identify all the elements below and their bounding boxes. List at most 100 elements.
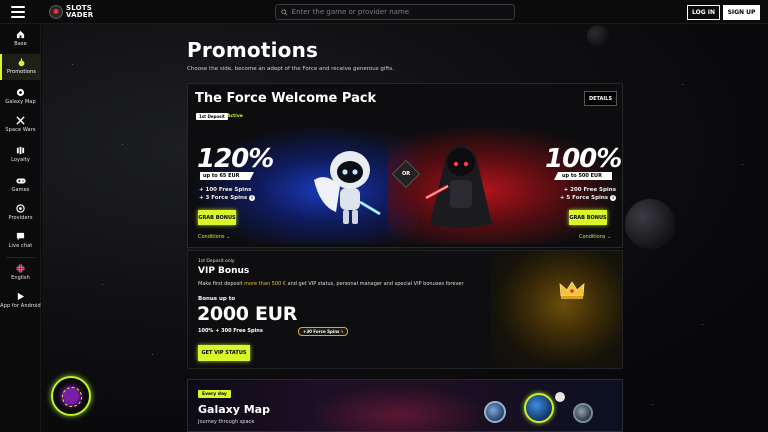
vip-desc-highlight: more than 500 €: [244, 281, 286, 287]
grab-bonus-light-button[interactable]: GRAB BONUS: [198, 210, 236, 225]
welcome-pack-card: The Force Welcome Pack DETAILS 1st Depos…: [187, 83, 623, 248]
light-side-percent: 120%: [197, 144, 274, 174]
sidebar-item-space-wars[interactable]: Space Wars: [0, 112, 41, 138]
vip-deposit-note: 1st Deposit only: [198, 259, 235, 264]
crown-icon: [559, 281, 585, 299]
chat-icon: [16, 232, 26, 241]
loyalty-icon: [16, 146, 26, 155]
vip-bonus-label: Bonus up to: [198, 296, 236, 302]
sidebar-item-label: English: [11, 275, 30, 281]
vip-bonus-card: 1st Deposit only VIP Bonus Make first de…: [187, 250, 623, 369]
dark-side-force-spins: + 5 Force Spins: [559, 195, 609, 201]
vip-desc-suffix: and get VIP status, personal manager and…: [285, 281, 464, 287]
lightning-icon: ϟ: [340, 329, 344, 334]
or-label: OR: [401, 171, 411, 177]
home-icon: [16, 30, 26, 39]
galaxy-title: Galaxy Map: [198, 403, 270, 416]
vip-description: Make first deposit more than 500 € and g…: [198, 281, 464, 287]
nebula-decoration: [308, 385, 488, 431]
page-subtitle: Choose the side, become an adept of the …: [187, 66, 394, 72]
light-side-free-spins: + 100 Free Spins: [199, 187, 252, 193]
page-title: Promotions: [187, 38, 319, 62]
vip-force-spins-label: +30 Force Spins: [303, 329, 340, 334]
conditions-light-link[interactable]: Conditions ⌄: [198, 234, 230, 240]
planet-icon: [484, 401, 506, 423]
search-icon: [281, 8, 288, 15]
light-side-force-spins: + 3 Force Spins: [199, 195, 248, 201]
galaxy-map-card: Every day Galaxy Map Journey through spa…: [187, 379, 623, 432]
login-button[interactable]: LOG IN: [687, 5, 720, 20]
light-side-spins: + 100 Free Spins + 3 Force Spins i: [199, 186, 256, 202]
vip-amount: 2000 EUR: [197, 303, 298, 325]
sidebar-item-base[interactable]: Base: [0, 26, 41, 52]
galaxy-subtitle: Journey through space: [198, 419, 255, 425]
sidebar-item-label: Base: [14, 41, 27, 47]
sidebar-item-label: Loyalty: [11, 157, 30, 163]
sidebar-item-galaxy-map[interactable]: Galaxy Map: [0, 84, 41, 110]
dark-side-percent: 100%: [545, 144, 622, 174]
vip-force-spins-badge: +30 Force Spins ϟ: [298, 327, 349, 336]
sidebar-item-label: Games: [11, 187, 30, 193]
sidebar-item-providers[interactable]: Providers: [0, 200, 41, 226]
conditions-label: Conditions: [579, 234, 606, 240]
sidebar: Base Promotions Galaxy Map Space Wars Lo…: [0, 24, 41, 432]
gamepad-icon: [15, 176, 26, 185]
dark-side-free-spins: + 200 Free Spins: [563, 187, 616, 193]
logo[interactable]: SLOTS VADER: [49, 3, 93, 21]
status-badge: Active: [227, 114, 243, 119]
vip-title: VIP Bonus: [198, 266, 250, 276]
chevron-down-icon: ⌄: [607, 234, 612, 240]
every-day-badge: Every day: [198, 390, 231, 398]
sidebar-item-loyalty[interactable]: Loyalty: [0, 142, 41, 168]
sidebar-item-label: Promotions: [6, 69, 37, 75]
sidebar-item-label: Providers: [8, 215, 33, 221]
sidebar-item-android-app[interactable]: App for Android: [0, 288, 41, 314]
get-vip-status-button[interactable]: GET VIP STATUS: [198, 345, 250, 361]
planet-decoration: [625, 199, 675, 249]
sidebar-divider: [6, 257, 35, 258]
welcome-pack-title: The Force Welcome Pack: [195, 91, 377, 106]
sidebar-item-label: Live chat: [8, 243, 33, 249]
providers-icon: [16, 204, 26, 213]
planet-icon: [573, 403, 593, 423]
info-icon[interactable]: i: [610, 195, 616, 201]
sidebar-item-label: Galaxy Map: [5, 99, 36, 105]
sidebar-item-label: Space Wars: [5, 127, 36, 133]
dark-side-figure-icon: [425, 145, 492, 228]
search-input[interactable]: [291, 8, 514, 16]
search-box[interactable]: [275, 4, 515, 20]
grab-bonus-dark-button[interactable]: GRAB BONUS: [569, 210, 607, 225]
promotions-icon: [17, 58, 27, 67]
chevron-down-icon: ⌄: [226, 234, 231, 240]
conditions-dark-link[interactable]: Conditions ⌄: [579, 234, 611, 240]
light-side-robot-icon: [314, 151, 381, 224]
vader-helmet-icon: [49, 5, 63, 19]
hamburger-menu-icon[interactable]: [11, 6, 25, 18]
conditions-label: Conditions: [198, 234, 225, 240]
sidebar-item-live-chat[interactable]: Live chat: [0, 228, 41, 254]
space-wars-icon: [16, 116, 26, 125]
astronaut-icon: [555, 392, 565, 402]
deposit-badge: 1st Deposit: [196, 113, 228, 120]
dark-side-spins: + 200 Free Spins + 5 Force Spins i: [554, 186, 616, 202]
light-side-upto: up to 65 EUR: [200, 172, 254, 180]
info-icon[interactable]: i: [249, 195, 256, 201]
sidebar-item-games[interactable]: Games: [0, 172, 41, 198]
planet-icon: [524, 393, 554, 423]
signup-button[interactable]: SIGN UP: [723, 5, 760, 20]
logo-text-line2: VADER: [66, 11, 94, 19]
sidebar-item-promotions[interactable]: Promotions: [0, 54, 41, 80]
galaxy-map-icon: [16, 88, 26, 97]
dark-side-upto: up to 500 EUR: [554, 172, 612, 180]
sidebar-item-label: App for Android: [0, 303, 41, 309]
gold-glow: [491, 251, 622, 368]
sidebar-item-language[interactable]: English: [0, 260, 41, 286]
vip-desc-prefix: Make first deposit: [198, 281, 245, 287]
planet-decoration: [587, 25, 609, 47]
vip-spins: 100% + 300 Free Spins: [198, 328, 263, 334]
uk-flag-icon: [16, 264, 26, 273]
details-button[interactable]: DETAILS: [584, 91, 617, 106]
top-bar: SLOTS VADER LOG IN SIGN UP: [0, 0, 768, 24]
play-icon: [16, 292, 26, 301]
galaxy-portal-button[interactable]: [51, 376, 91, 416]
